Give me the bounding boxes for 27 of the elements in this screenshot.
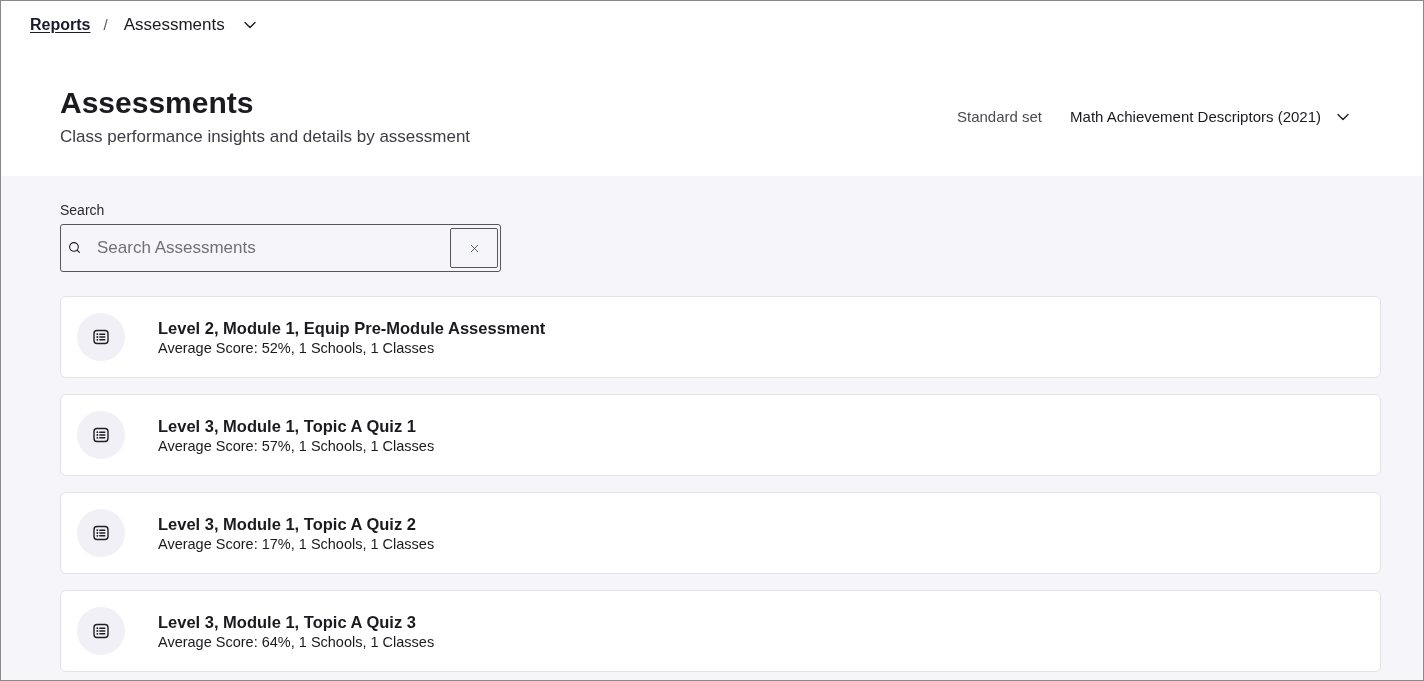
assessment-card[interactable]: Level 3, Module 1, Topic A Quiz 3 Average Score: 64%, 1 Schools, 1 Classes: [60, 590, 1381, 672]
breadcrumb-link[interactable]: Reports: [30, 13, 91, 37]
standard-set-dropdown[interactable]: Math Achievement Descriptors (2021): [1070, 106, 1353, 129]
assessment-title: Level 3, Module 1, Topic A Quiz 2: [158, 513, 416, 535]
list-icon: [77, 313, 125, 361]
list-icon: [77, 411, 125, 459]
assessment-summary: Average Score: 52%, 1 Schools, 1 Classes: [158, 338, 435, 357]
standard-set-label: Standard set: [957, 107, 1043, 127]
search-field[interactable]: Search Assessments: [60, 224, 501, 272]
assessment-card[interactable]: Level 3, Module 1, Topic A Quiz 2 Average Score: 17%, 1 Schools, 1 Classes: [60, 492, 1381, 574]
page-title: Assessments: [60, 86, 254, 120]
assessment-card[interactable]: Level 2, Module 1, Equip Pre-Module Assessment Average Score: 52%, 1 Schools, 1 Classes: [60, 296, 1381, 378]
assessment-title: Level 3, Module 1, Topic A Quiz 3: [158, 611, 416, 633]
search-icon: [68, 241, 81, 254]
list-icon: [77, 509, 125, 557]
clear-search-button[interactable]: [450, 228, 498, 268]
assessment-summary: Average Score: 17%, 1 Schools, 1 Classes: [158, 534, 435, 553]
breadcrumb-dropdown[interactable]: Assessments: [123, 12, 260, 38]
search-label: Search: [60, 201, 105, 219]
assessment-title: Level 3, Module 1, Topic A Quiz 1: [158, 415, 416, 437]
page-subtitle: Class performance insights and details by assessment: [60, 126, 471, 147]
assessment-summary: Average Score: 64%, 1 Schools, 1 Classes: [158, 632, 435, 651]
breadcrumb-separator: /: [103, 14, 108, 35]
assessment-card[interactable]: Level 3, Module 1, Topic A Quiz 1 Average Score: 57%, 1 Schools, 1 Classes: [60, 394, 1381, 476]
assessment-title: Level 2, Module 1, Equip Pre-Module Assessment: [158, 317, 546, 339]
assessment-summary: Average Score: 57%, 1 Schools, 1 Classes: [158, 436, 435, 455]
list-icon: [77, 607, 125, 655]
